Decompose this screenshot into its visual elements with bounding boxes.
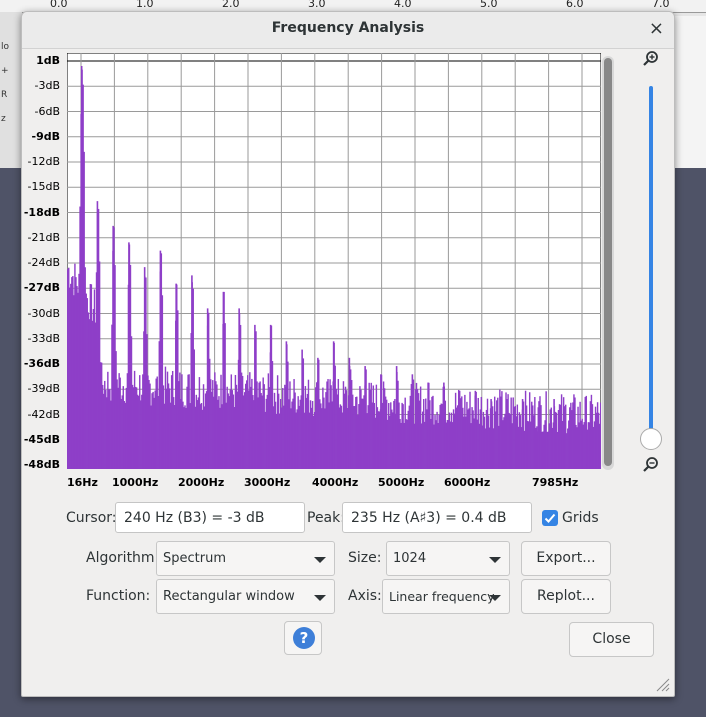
y-tick-label: -39dB bbox=[27, 382, 61, 396]
x-tick-label: 16Hz bbox=[67, 476, 98, 489]
dialog-titlebar[interactable]: Frequency Analysis × bbox=[22, 12, 674, 49]
zoom-slider-track[interactable] bbox=[649, 86, 653, 438]
y-tick-label: -12dB bbox=[27, 155, 61, 168]
cursor-value-field[interactable]: 240 Hz (B3) = -3 dB bbox=[115, 502, 305, 533]
zoom-slider-knob[interactable] bbox=[640, 428, 662, 450]
y-tick-label: -45dB bbox=[23, 432, 60, 446]
function-select[interactable]: Rectangular window bbox=[156, 579, 335, 614]
cursor-label: Cursor: bbox=[66, 510, 117, 526]
help-button[interactable]: ? bbox=[284, 621, 322, 655]
grids-label[interactable]: Grids bbox=[562, 510, 599, 526]
x-tick-label: 7985Hz bbox=[532, 476, 579, 489]
chevron-down-icon bbox=[314, 557, 326, 563]
y-tick-label: -36dB bbox=[23, 357, 60, 370]
peak-label: Peak: bbox=[307, 510, 345, 526]
ruler-tick-label: 1.0 bbox=[136, 0, 154, 10]
ruler-tick-label: 6.0 bbox=[566, 0, 584, 10]
y-tick-label: -24dB bbox=[27, 256, 61, 269]
ruler-tick-label: 2.0 bbox=[222, 0, 240, 10]
size-select[interactable]: 1024 bbox=[386, 541, 510, 576]
x-tick-label: 2000Hz bbox=[178, 476, 225, 489]
ruler-tick-label: 3.0 bbox=[308, 0, 326, 10]
track-area[interactable] bbox=[670, 16, 706, 168]
grids-checkbox[interactable] bbox=[542, 510, 558, 526]
y-tick-label: 1dB bbox=[36, 54, 60, 67]
zoom-out-icon[interactable] bbox=[642, 456, 660, 474]
replot-button[interactable]: Replot... bbox=[521, 579, 611, 614]
ruler-tick-label: 7.0 bbox=[652, 0, 670, 10]
ruler-tick-label: 4.0 bbox=[394, 0, 412, 10]
y-tick-label: -9dB bbox=[31, 129, 60, 143]
y-tick-label: -48dB bbox=[23, 458, 60, 471]
ruler-tick-label: 5.0 bbox=[480, 0, 498, 10]
function-label: Function: bbox=[86, 588, 151, 604]
frequency-analysis-dialog: Frequency Analysis × 1dB -3dB -6dB -9dB -12d… bbox=[21, 11, 675, 697]
checkmark-icon bbox=[544, 513, 556, 523]
chevron-down-icon bbox=[489, 595, 501, 601]
size-select-value: 1024 bbox=[393, 551, 427, 566]
close-button[interactable]: Close bbox=[569, 622, 654, 657]
algorithm-select[interactable]: Spectrum bbox=[156, 541, 335, 576]
spectrum-bar bbox=[599, 402, 601, 469]
dialog-title: Frequency Analysis bbox=[271, 20, 425, 36]
y-tick-label: -15dB bbox=[27, 180, 61, 194]
chevron-down-icon bbox=[489, 557, 501, 563]
close-icon[interactable]: × bbox=[649, 18, 664, 39]
peak-value-field[interactable]: 235 Hz (A♯3) = 0.4 dB bbox=[342, 502, 532, 533]
y-tick-label: -21dB bbox=[27, 230, 61, 244]
y-tick-label: -42dB bbox=[27, 407, 61, 421]
spectrum-plot[interactable] bbox=[67, 53, 601, 469]
track-control-label: lo bbox=[1, 42, 10, 52]
x-tick-label: 3000Hz bbox=[244, 476, 291, 489]
export-button[interactable]: Export... bbox=[521, 541, 611, 576]
resize-grip-icon[interactable] bbox=[654, 676, 670, 692]
y-tick-label: -3dB bbox=[34, 79, 61, 93]
plot-scrollbar-thumb[interactable] bbox=[604, 58, 612, 466]
chevron-down-icon bbox=[314, 595, 326, 601]
zoom-in-icon[interactable] bbox=[642, 50, 660, 68]
y-tick-label: -27dB bbox=[23, 281, 60, 295]
algorithm-select-value: Spectrum bbox=[163, 551, 226, 566]
y-tick-label: -33dB bbox=[27, 331, 61, 345]
track-control-label: + bbox=[1, 66, 9, 76]
function-select-value: Rectangular window bbox=[163, 589, 295, 604]
y-tick-label: -18dB bbox=[23, 205, 60, 219]
x-tick-label: 1000Hz bbox=[112, 476, 159, 489]
size-label: Size: bbox=[348, 550, 382, 566]
help-icon: ? bbox=[293, 627, 315, 649]
axis-label: Axis: bbox=[348, 588, 382, 604]
x-tick-label: 5000Hz bbox=[378, 476, 425, 489]
algorithm-label: Algorithm: bbox=[86, 550, 160, 566]
x-tick-label: 6000Hz bbox=[444, 476, 491, 489]
axis-select[interactable]: Linear frequency bbox=[382, 579, 510, 614]
x-tick-label: 4000Hz bbox=[312, 476, 359, 489]
axis-select-value: Linear frequency bbox=[389, 589, 495, 604]
y-tick-label: -30dB bbox=[27, 306, 61, 320]
ruler-tick-label: 0.0 bbox=[50, 0, 68, 10]
y-tick-label: -6dB bbox=[34, 104, 61, 118]
plot-scrollbar[interactable] bbox=[602, 56, 614, 470]
